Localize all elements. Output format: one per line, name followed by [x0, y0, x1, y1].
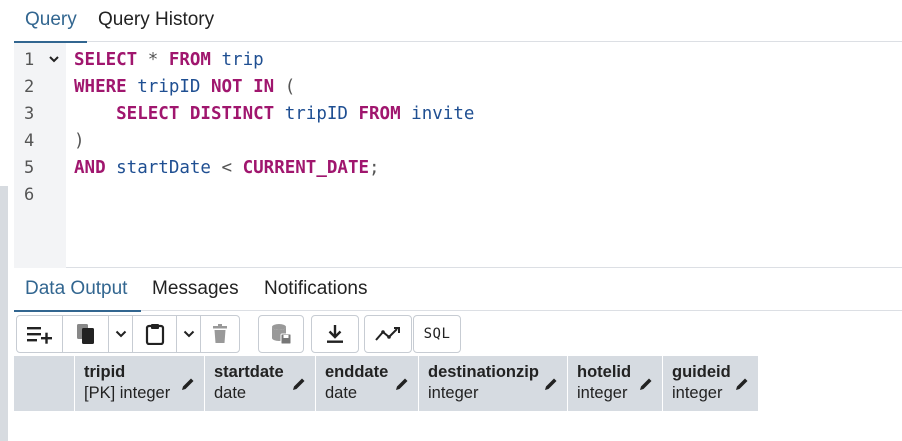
copy-button[interactable]: [63, 316, 109, 352]
delete-icon: [212, 324, 228, 344]
tab-notifications-label: Notifications: [264, 278, 368, 299]
line-number: 6: [24, 185, 35, 205]
tab-query-label: Query: [25, 9, 77, 30]
code-token: *: [137, 50, 169, 70]
tab-query[interactable]: Query: [14, 0, 87, 43]
column-header-enddate[interactable]: enddate date: [316, 356, 419, 411]
download-icon: [326, 324, 344, 344]
save-data-button[interactable]: [259, 316, 303, 352]
code-token: WHERE: [74, 77, 127, 97]
tab-query-history-label: Query History: [98, 9, 215, 30]
download-button[interactable]: [312, 316, 358, 352]
edit-button-group: [16, 315, 240, 353]
sql-button-group: SQL: [413, 315, 461, 353]
code-token: AND: [74, 158, 106, 178]
tab-notifications[interactable]: Notifications: [253, 269, 379, 311]
code-token: <: [221, 158, 243, 178]
column-header-destinationzip[interactable]: destinationzip integer: [419, 356, 568, 411]
result-grid-header: tripid [PK] integer startdate date endda…: [14, 356, 759, 411]
line-number: 1: [24, 50, 35, 70]
left-scrollbar[interactable]: [0, 186, 8, 441]
output-tab-bar: Data Output Messages Notifications: [14, 269, 902, 312]
line-number: 5: [24, 158, 35, 178]
sql-button[interactable]: SQL: [414, 316, 460, 352]
graph-visualiser-button[interactable]: [365, 316, 411, 352]
paste-button[interactable]: [133, 316, 177, 352]
line-number: 4: [24, 131, 35, 151]
add-row-button[interactable]: [17, 316, 63, 352]
graph-button-group: [364, 315, 412, 353]
line-number: 2: [24, 77, 35, 97]
pencil-icon[interactable]: [638, 376, 654, 397]
tab-messages-label: Messages: [152, 278, 239, 299]
code-token: FROM: [358, 104, 401, 124]
code-token: CURRENT_DATE: [242, 158, 370, 178]
code-token: tripID: [126, 77, 211, 97]
sql-editor[interactable]: 1 2 3 4 5 6 SELECT * FROM trip WHERE tri…: [14, 43, 902, 268]
fold-chevron-down-icon[interactable]: [48, 53, 60, 67]
add-row-icon: [26, 324, 54, 344]
grid-corner-cell[interactable]: [14, 356, 75, 411]
save-button-group: [258, 315, 304, 353]
column-header-startdate[interactable]: startdate date: [205, 356, 316, 411]
tab-query-history[interactable]: Query History: [87, 0, 225, 42]
column-header-hotelid[interactable]: hotelid integer: [568, 356, 663, 411]
tab-data-output-label: Data Output: [25, 278, 128, 299]
code-line[interactable]: ): [74, 131, 85, 151]
graph-icon: [375, 326, 401, 342]
column-header-guideid[interactable]: guideid integer: [663, 356, 759, 411]
delete-button[interactable]: [201, 316, 239, 352]
tab-data-output[interactable]: Data Output: [14, 269, 141, 312]
code-token: FROM: [168, 50, 211, 70]
code-token: ): [74, 131, 85, 151]
query-tab-bar: Query Query History: [14, 0, 902, 43]
line-number-gutter: 1 2 3 4 5 6: [14, 43, 66, 268]
chevron-down-icon: [115, 329, 127, 339]
code-token: ;: [369, 158, 380, 178]
chevron-down-icon: [183, 329, 195, 339]
copy-options-dropdown[interactable]: [109, 316, 133, 352]
code-token: trip: [210, 50, 264, 70]
copy-icon: [76, 323, 96, 345]
tab-messages[interactable]: Messages: [141, 269, 250, 311]
code-token: (: [274, 77, 296, 97]
sql-icon: SQL: [423, 326, 451, 342]
paste-icon: [145, 323, 165, 345]
code-line[interactable]: SELECT DISTINCT tripID FROM invite: [74, 104, 474, 124]
pencil-icon[interactable]: [734, 376, 750, 397]
pencil-icon[interactable]: [291, 376, 307, 397]
download-button-group: [311, 315, 359, 353]
code-token: tripID: [274, 104, 359, 124]
code-token: invite: [400, 104, 475, 124]
code-token: SELECT: [74, 50, 138, 70]
code-token: startDate: [105, 158, 222, 178]
code-line[interactable]: WHERE tripID NOT IN (: [74, 77, 295, 97]
code-line[interactable]: AND startDate < CURRENT_DATE;: [74, 158, 380, 178]
pencil-icon[interactable]: [394, 376, 410, 397]
left-panel-edge: [0, 0, 8, 441]
code-line[interactable]: SELECT * FROM trip: [74, 50, 264, 70]
code-token: SELECT DISTINCT: [74, 104, 275, 124]
line-number: 3: [24, 104, 35, 124]
column-header-tripid[interactable]: tripid [PK] integer: [75, 356, 205, 411]
paste-options-dropdown[interactable]: [177, 316, 201, 352]
pencil-icon[interactable]: [543, 376, 559, 397]
code-token: NOT IN: [210, 77, 275, 97]
save-data-icon: [270, 323, 292, 345]
pencil-icon[interactable]: [180, 376, 196, 397]
